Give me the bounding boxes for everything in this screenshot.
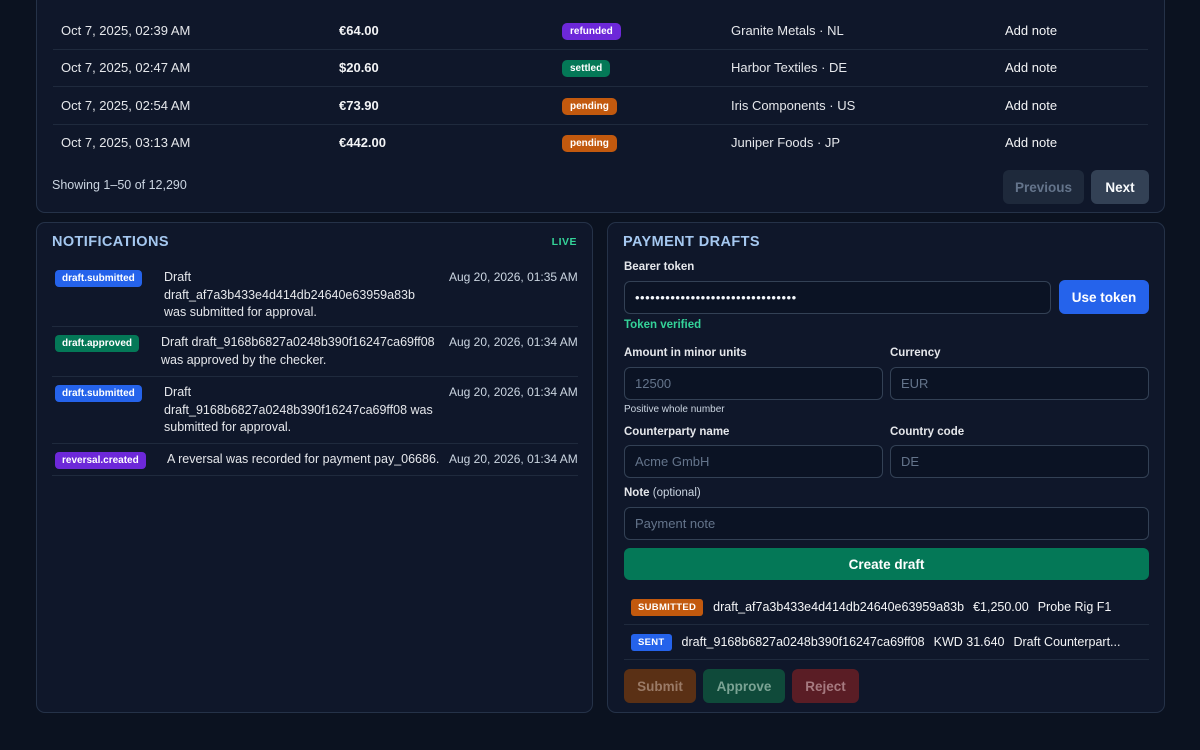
table-row: Oct 7, 2025, 02:54 AM €73.90 pending Iri… [53,88,1148,125]
draft-counterparty: Probe Rig F1 [1037,600,1112,614]
add-note-link[interactable]: Add note [1005,13,1057,49]
token-verified-status: Token verified [624,319,702,331]
draft-list-item[interactable]: SUBMITTED draft_af7a3b433e4d414db24640e6… [624,590,1149,625]
message-line: draft_af7a3b433e4d414db24640e63959a83b [164,287,415,302]
country-code-input[interactable]: DE [890,445,1149,478]
pagination-summary: Showing 1–50 of 12,290 [52,178,187,192]
message-line: submitted for approval. [164,420,292,434]
previous-page-button[interactable]: Previous [1003,170,1084,204]
message-line: draft_9168b6827a0248b390f16247ca69ff08 w… [164,402,433,417]
message-line: Draft [164,385,192,399]
tx-counterparty: Juniper Foods · JP [731,135,841,150]
notification-item: draft.submitted Draft draft_9168b6827a02… [52,377,578,444]
tx-amount: $20.60 [339,60,379,75]
add-note-link[interactable]: Add note [1005,50,1057,86]
event-tag: draft.submitted [55,270,142,287]
counterparty-label: Counterparty name [624,426,730,438]
table-row: Oct 7, 2025, 03:13 AM €442.00 pending Ju… [53,125,1148,162]
note-label: Note (optional) [624,487,701,499]
note-input[interactable]: Payment note [624,507,1149,540]
notifications-title: NOTIFICATIONS [52,234,169,250]
create-draft-button[interactable]: Create draft [624,548,1149,580]
tx-date: Oct 7, 2025, 02:47 AM [61,60,191,75]
amount-input[interactable]: 12500 [624,367,883,400]
draft-list-item[interactable]: SENT draft_9168b6827a0248b390f16247ca69f… [624,625,1149,660]
notification-time: Aug 20, 2026, 01:34 AM [449,335,578,349]
transactions-panel: Oct 7, 2025, 02:39 AM €64.00 refunded Gr… [36,0,1165,213]
notification-message: A reversal was recorded for payment pay_… [167,451,439,469]
next-page-button[interactable]: Next [1091,170,1149,204]
use-token-button[interactable]: Use token [1059,280,1149,314]
message-line: was submitted for approval. [164,305,317,319]
status-badge: refunded [562,22,621,40]
draft-id: draft_af7a3b433e4d414db24640e63959a83b [713,600,965,614]
event-tag: reversal.created [55,452,146,469]
tx-amount: €442.00 [339,135,386,150]
notification-item: draft.submitted Draft draft_af7a3b433e4d… [52,262,578,327]
event-tag: draft.approved [55,335,140,352]
add-note-link[interactable]: Add note [1005,88,1057,124]
payment-drafts-panel: PAYMENT DRAFTS Bearer token ••••••••••••… [607,222,1165,713]
draft-counterparty: Draft Counterpart... [1013,635,1121,649]
draft-amount: KWD 31.640 [933,635,1005,649]
bearer-token-label: Bearer token [624,261,695,273]
live-indicator: LIVE [551,236,577,248]
notification-message: Draft draft_af7a3b433e4d414db24640e63959… [164,269,415,322]
message-line: was approved by the checker. [161,352,327,367]
table-row: Oct 7, 2025, 02:47 AM $20.60 settled Har… [53,50,1148,87]
notification-time: Aug 20, 2026, 01:34 AM [449,385,578,399]
draft-status-badge: SUBMITTED [631,598,704,616]
tx-counterparty: Iris Components · US [731,98,856,113]
tx-status-cell: pending [562,125,617,161]
status-badge: settled [562,59,611,77]
bearer-token-input[interactable]: •••••••••••••••••••••••••••••••• [624,281,1051,314]
country-code-label: Country code [890,426,965,438]
payment-drafts-title: PAYMENT DRAFTS [623,234,760,250]
add-note-link[interactable]: Add note [1005,125,1057,161]
notifications-panel: NOTIFICATIONS LIVE draft.submitted Draft… [36,222,593,713]
tx-counterparty: Granite Metals · NL [731,23,844,38]
tx-status-cell: pending [562,88,617,124]
event-tag: draft.submitted [55,385,142,402]
tx-amount: €73.90 [339,98,379,113]
message-line: A reversal was recorded for payment pay_… [167,452,440,466]
approve-button[interactable]: Approve [703,669,785,703]
tx-date: Oct 7, 2025, 03:13 AM [61,135,191,150]
tx-amount: €64.00 [339,23,379,38]
counterparty-input[interactable]: Acme GmbH [624,445,883,478]
amount-label: Amount in minor units [624,347,747,359]
tx-date: Oct 7, 2025, 02:39 AM [61,23,191,38]
notification-time: Aug 20, 2026, 01:34 AM [449,452,578,466]
reject-button[interactable]: Reject [792,669,859,703]
tx-status-cell: refunded [562,13,621,49]
message-line: Draft draft_9168b6827a0248b390f16247ca69… [161,335,435,349]
notification-item: reversal.created A reversal was recorded… [52,444,578,476]
draft-id: draft_9168b6827a0248b390f16247ca69ff08 [681,635,925,649]
message-line: Draft [164,270,192,284]
table-row: Oct 7, 2025, 02:39 AM €64.00 refunded Gr… [53,13,1148,50]
optional-hint: (optional) [652,487,701,499]
notification-message: Draft draft_9168b6827a0248b390f16247ca69… [164,384,433,437]
tx-status-cell: settled [562,50,611,86]
status-badge: pending [562,97,617,115]
draft-amount: €1,250.00 [973,600,1029,614]
notification-message: Draft draft_9168b6827a0248b390f16247ca69… [161,334,435,369]
amount-hint: Positive whole number [624,404,725,415]
submit-button[interactable]: Submit [624,669,696,703]
tx-date: Oct 7, 2025, 02:54 AM [61,98,191,113]
tx-counterparty: Harbor Textiles · DE [731,60,848,75]
currency-input[interactable]: EUR [890,367,1149,400]
draft-status-badge: SENT [631,633,672,651]
note-label-text: Note [624,487,650,499]
notification-time: Aug 20, 2026, 01:35 AM [449,270,578,284]
currency-label: Currency [890,347,941,359]
status-badge: pending [562,134,617,152]
notification-item: draft.approved Draft draft_9168b6827a024… [52,327,578,377]
